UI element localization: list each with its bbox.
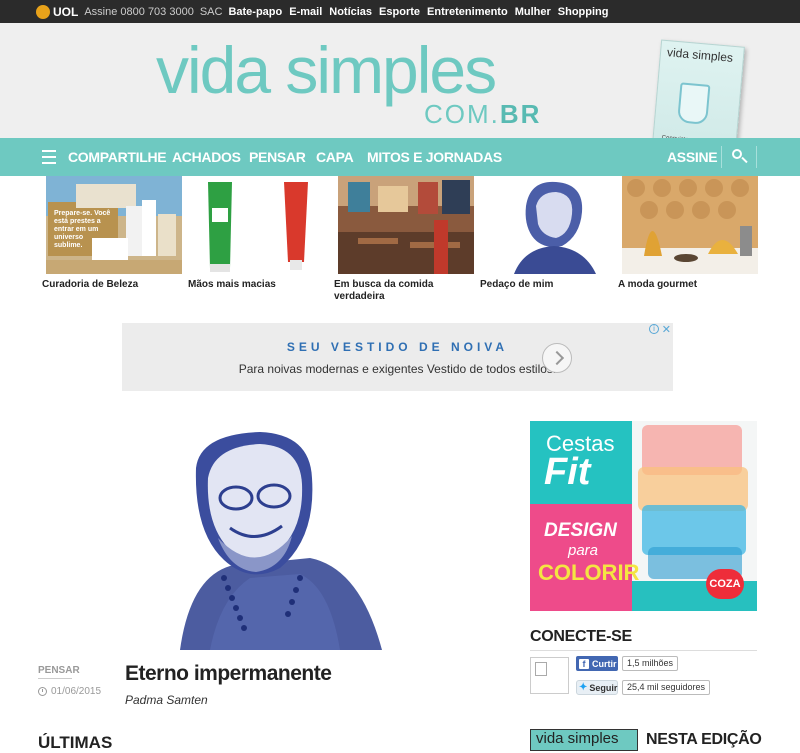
uol-sac-link[interactable]: SAC <box>200 6 223 18</box>
thumb-caption[interactable]: Em busca da comida verdadeira <box>334 279 474 303</box>
facebook-icon: f <box>579 658 589 669</box>
section-title-nesta-edicao: NESTA EDIÇÃO <box>646 731 762 748</box>
magazine-cover-title: vida simples <box>666 45 734 65</box>
nav-divider <box>756 146 757 168</box>
twitter-follower-count: 25,4 mil seguidores <box>622 680 711 695</box>
twitter-follow-label: Seguir <box>589 682 618 693</box>
thumb-image[interactable]: Prepare-se. Você está prestes a entrar e… <box>46 176 182 274</box>
nav-assine[interactable]: ASSINE <box>667 149 718 165</box>
uol-logo-text: UOL <box>53 4 79 19</box>
thumb-image[interactable] <box>192 176 328 274</box>
ad-para-text: para <box>568 542 599 559</box>
article-category[interactable]: PENSAR <box>38 665 80 676</box>
uol-link-mulher[interactable]: Mulher <box>515 6 551 18</box>
thumb-caption[interactable]: Curadoria de Beleza <box>42 279 182 291</box>
ad-colorir-text: COLORIR <box>538 560 640 585</box>
site-logo-domain[interactable]: COM.BR <box>424 99 541 130</box>
nav-achados[interactable]: ACHADOS <box>172 149 241 165</box>
nav-compartilhe[interactable]: COMPARTILHE <box>68 149 167 165</box>
nav-mitos-e-jornadas[interactable]: MITOS E JORNADAS <box>367 149 502 165</box>
uol-assine-link[interactable]: Assine 0800 703 3000 <box>84 6 193 18</box>
article-date: 01/06/2015 <box>38 686 101 697</box>
uol-link-email[interactable]: E-mail <box>289 6 322 18</box>
ad-design-panel: DESIGN para COLORIR <box>530 504 639 611</box>
uol-link-noticias[interactable]: Notícias <box>329 6 372 18</box>
section-divider <box>530 650 757 651</box>
search-icon[interactable] <box>730 147 750 167</box>
nav-capa[interactable]: CAPA <box>316 149 354 165</box>
nesta-edicao-logo[interactable]: vida simples <box>530 729 638 751</box>
magazine-cover-glass-image <box>677 82 711 125</box>
thumb-em-busca-da-comida-verdadeira[interactable]: Em busca da comida verdadeira <box>334 176 474 303</box>
ad-subline[interactable]: Para noivas modernas e exigentes Vestido… <box>122 362 673 376</box>
uol-logo-icon <box>36 4 50 19</box>
sidebar-ad[interactable]: Cestas Fit DESIGN para COLORIR COZA <box>530 421 757 611</box>
ad-cestas-panel: Cestas Fit <box>530 421 632 504</box>
thumb-caption[interactable]: Pedaço de mim <box>480 279 620 291</box>
site-logo-br: BR <box>499 99 542 129</box>
twitter-icon: ✦ <box>579 682 588 693</box>
site-logo[interactable]: vida simples <box>156 35 497 105</box>
hamburger-menu-icon[interactable] <box>42 150 56 164</box>
info-icon[interactable]: i <box>649 324 659 334</box>
thumb-image[interactable] <box>338 176 474 274</box>
thumb-maos-mais-macias[interactable]: Mãos mais macias <box>188 176 328 291</box>
nav-divider <box>721 146 722 168</box>
facebook-like-count: 1,5 milhões <box>622 656 679 671</box>
thumb-a-moda-gourmet[interactable]: A moda gourmet <box>618 176 758 291</box>
category-divider <box>38 678 72 679</box>
chevron-right-icon[interactable] <box>542 343 572 373</box>
thumb-caption[interactable]: A moda gourmet <box>618 279 758 291</box>
site-logo-com: COM. <box>424 99 500 129</box>
section-title-ultimas: ÚLTIMAS <box>38 733 113 752</box>
thumb-pedaco-de-mim[interactable]: Pedaço de mim <box>480 176 620 291</box>
site-header: vida simples COM.BR vida simples Conquis… <box>0 23 800 163</box>
uol-link-shopping[interactable]: Shopping <box>558 6 609 18</box>
article-date-text: 01/06/2015 <box>51 686 102 697</box>
uol-link-entretenimento[interactable]: Entretenimento <box>427 6 508 18</box>
thumb-overlay-text: Prepare-se. Você está prestes a entrar e… <box>54 210 111 249</box>
ad-brand-logo: COZA <box>706 569 744 599</box>
thumb-curadoria-de-beleza[interactable]: Prepare-se. Você está prestes a entrar e… <box>42 176 182 291</box>
close-icon[interactable]: ✕ <box>662 323 671 336</box>
thumb-caption[interactable]: Mãos mais macias <box>188 279 328 291</box>
uol-top-bar: UOL Assine 0800 703 3000 SAC Bate-papo E… <box>0 0 800 23</box>
ad-fit-text: Fit <box>544 451 591 493</box>
nav-pensar[interactable]: PENSAR <box>249 149 306 165</box>
article-title[interactable]: Eterno impermanente <box>125 662 332 686</box>
twitter-follow-button[interactable]: ✦ Seguir <box>576 680 618 695</box>
article-illustration[interactable] <box>160 428 400 650</box>
thumb-image[interactable] <box>484 176 620 274</box>
ad-design-text: DESIGN <box>544 520 617 541</box>
thumb-image[interactable] <box>622 176 758 274</box>
page-avatar-image[interactable] <box>530 657 569 694</box>
uol-logo[interactable]: UOL <box>36 4 79 19</box>
main-nav: COMPARTILHE ACHADOS PENSAR CAPA MITOS E … <box>0 138 800 176</box>
facebook-like-button[interactable]: f Curtir <box>576 656 618 671</box>
article-author[interactable]: Padma Samten <box>125 693 208 707</box>
uol-link-bate-papo[interactable]: Bate-papo <box>228 6 282 18</box>
ad-headline[interactable]: SEU VESTIDO DE NOIVA <box>122 340 673 354</box>
banner-ad[interactable]: SEU VESTIDO DE NOIVA Para noivas moderna… <box>122 323 673 391</box>
uol-link-esporte[interactable]: Esporte <box>379 6 420 18</box>
facebook-like-label: Curtir <box>592 658 617 669</box>
featured-thumbnails: Prepare-se. Você está prestes a entrar e… <box>42 176 758 306</box>
clock-icon <box>38 687 47 696</box>
section-title-conecte-se: CONECTE-SE <box>530 628 632 645</box>
